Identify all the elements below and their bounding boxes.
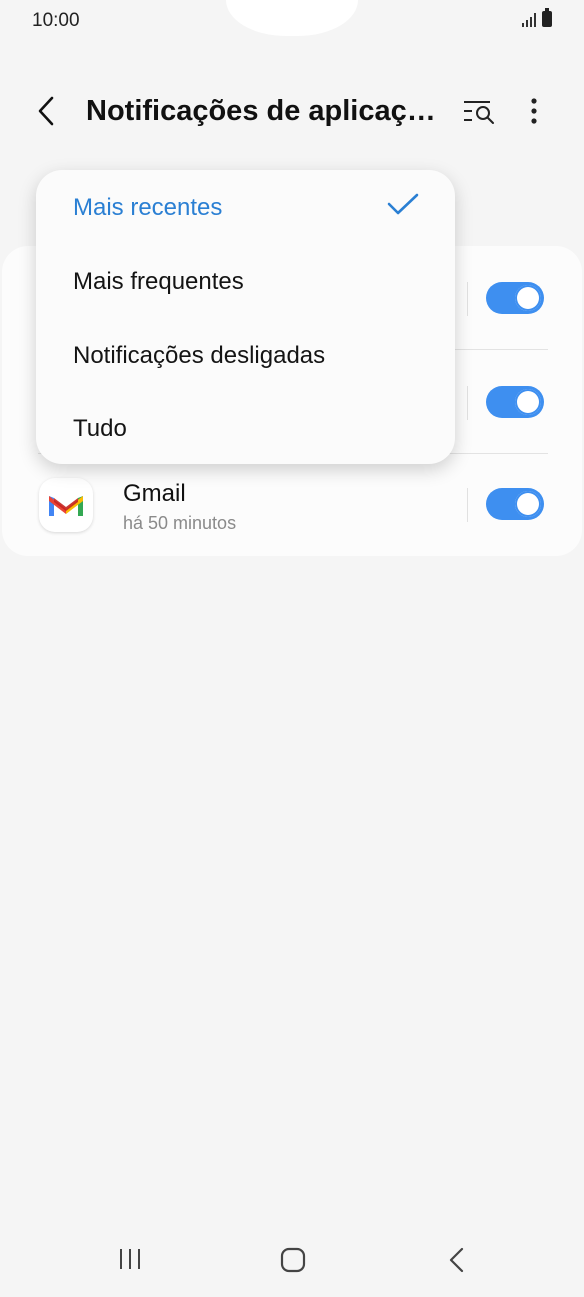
page-title: Notificações de aplicaç… (86, 95, 436, 127)
recent-apps-icon[interactable] (118, 1247, 142, 1271)
check-icon (387, 193, 419, 215)
more-options-icon[interactable] (520, 94, 548, 128)
menu-item-mais-frequentes[interactable]: Mais frequentes (73, 268, 244, 296)
camera-notch (226, 0, 358, 36)
home-icon[interactable] (280, 1247, 306, 1273)
divider (467, 282, 468, 316)
menu-item-notificacoes-desligadas[interactable]: Notificações desligadas (73, 342, 325, 370)
notification-toggle[interactable] (486, 386, 544, 418)
status-icons (522, 8, 552, 27)
system-navigation-bar (0, 1230, 584, 1290)
notification-toggle[interactable] (486, 282, 544, 314)
signal-icon (522, 11, 536, 27)
app-name: Gmail (123, 480, 186, 507)
menu-item-mais-recentes[interactable]: Mais recentes (73, 194, 222, 222)
nav-back-icon[interactable] (447, 1247, 467, 1273)
app-bar: Notificações de aplicaç… (0, 80, 584, 144)
search-filter-icon[interactable] (460, 94, 498, 128)
status-time: 10:00 (32, 10, 80, 31)
divider (467, 488, 468, 522)
app-last-notification-time: há 50 minutos (123, 513, 237, 533)
divider (467, 386, 468, 420)
back-arrow-icon[interactable] (30, 94, 64, 128)
menu-item-tudo[interactable]: Tudo (73, 415, 127, 443)
status-bar: 10:00 (0, 0, 584, 42)
battery-icon (542, 8, 552, 27)
gmail-notification-toggle[interactable] (486, 488, 544, 520)
gmail-icon (39, 478, 93, 532)
sort-dropdown-menu: Mais recentes Mais frequentes Notificaçõ… (36, 170, 455, 464)
